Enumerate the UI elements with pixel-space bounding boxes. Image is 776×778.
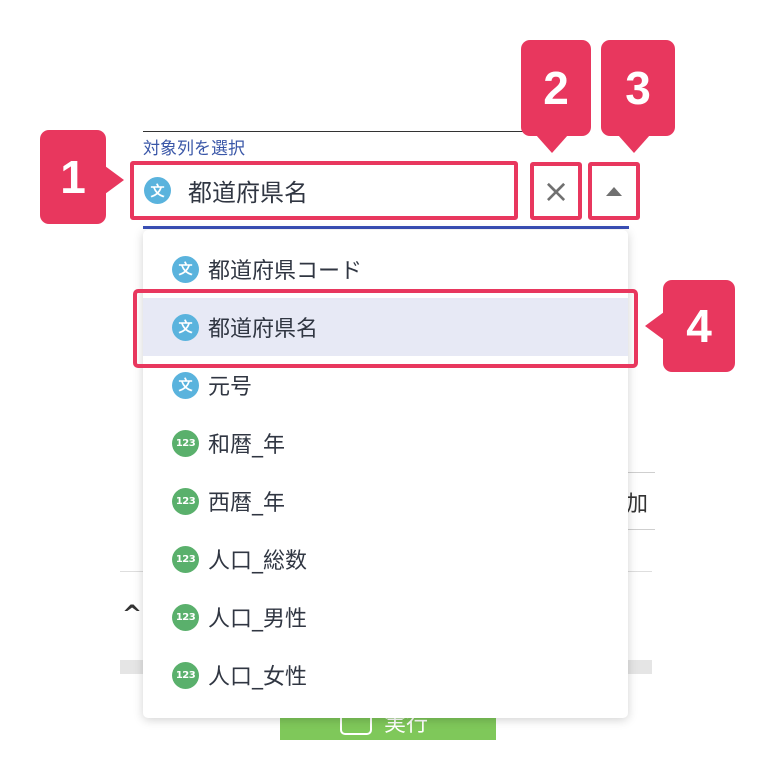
marker-number: 4 <box>686 300 712 352</box>
marker-pointer <box>536 135 568 153</box>
text-type-icon: 文 <box>172 255 199 283</box>
annotation-highlight-frame <box>133 289 638 368</box>
background-add-text: 加 <box>626 492 649 517</box>
annotation-marker-3: 3 <box>601 40 675 153</box>
collapse-chevron-icon[interactable]: ^ <box>122 600 142 628</box>
number-type-icon: 123 <box>172 603 199 631</box>
option-western-year[interactable]: 123 西暦_年 <box>143 472 628 530</box>
clear-button[interactable]: × <box>530 162 582 220</box>
number-type-icon: 123 <box>172 545 199 573</box>
text-type-icon: 文 <box>144 177 171 204</box>
dropdown-toggle-button[interactable] <box>588 162 640 220</box>
column-select-input[interactable]: 文 都道府県名 <box>130 161 518 220</box>
option-japanese-year[interactable]: 123 和暦_年 <box>143 414 628 472</box>
option-label: 和暦_年 <box>208 433 286 458</box>
number-type-icon: 123 <box>172 661 199 689</box>
option-label: 西暦_年 <box>208 491 286 516</box>
number-type-icon: 123 <box>172 487 199 515</box>
marker-pointer <box>105 166 124 194</box>
option-label: 人口_男性 <box>208 607 308 632</box>
marker-number: 3 <box>625 62 651 114</box>
field-underline <box>143 226 629 229</box>
background-divider <box>143 131 529 132</box>
option-label: 人口_総数 <box>208 549 308 574</box>
marker-pointer <box>645 312 664 340</box>
option-label: 都道府県コード <box>208 259 363 284</box>
selected-value: 都道府県名 <box>188 179 308 207</box>
marker-number: 2 <box>543 62 569 114</box>
annotation-marker-4: 4 <box>645 280 735 372</box>
option-population-total[interactable]: 123 人口_総数 <box>143 530 628 588</box>
text-type-icon: 文 <box>172 371 199 399</box>
number-type-icon: 123 <box>172 429 199 457</box>
option-population-male[interactable]: 123 人口_男性 <box>143 588 628 646</box>
caret-up-icon <box>606 186 622 196</box>
marker-number: 1 <box>60 151 86 203</box>
option-label: 人口_女性 <box>208 665 308 690</box>
marker-pointer <box>618 135 650 153</box>
option-label: 元号 <box>208 375 253 400</box>
annotation-marker-1: 1 <box>40 130 124 224</box>
field-label: 対象列を選択 <box>143 139 245 159</box>
option-population-female[interactable]: 123 人口_女性 <box>143 646 628 704</box>
annotation-marker-2: 2 <box>521 40 591 153</box>
